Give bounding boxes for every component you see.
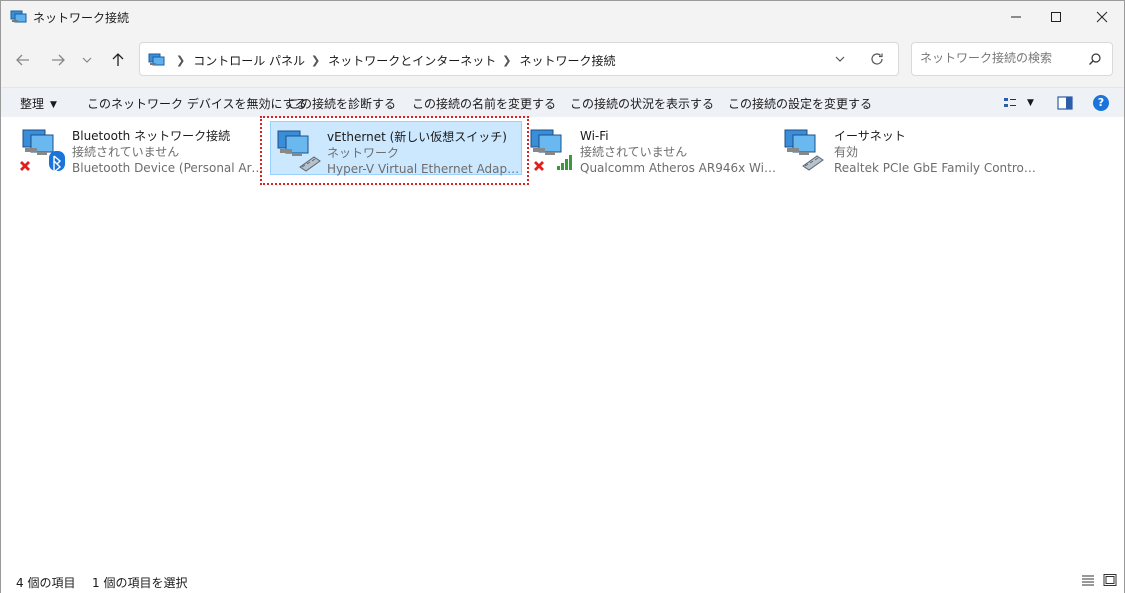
- connection-item-vethernet[interactable]: vEthernet (新しい仮想スイッチ) ネットワーク Hyper-V Vir…: [270, 121, 523, 176]
- maximize-icon: [1051, 12, 1061, 22]
- chevron-down-icon: [82, 57, 92, 63]
- up-button[interactable]: [106, 48, 130, 72]
- disable-device-button[interactable]: このネットワーク デバイスを無効にする: [87, 95, 307, 112]
- connection-name: vEthernet (新しい仮想スイッチ): [327, 130, 507, 144]
- connection-status: 接続されていません: [580, 145, 688, 159]
- network-connections-location-icon: [148, 53, 165, 66]
- connection-device: Qualcomm Atheros AR946x Wirel...: [580, 161, 776, 175]
- breadcrumb-separator-icon[interactable]: ❯: [502, 54, 511, 67]
- title-bar: ネットワーク接続: [1, 1, 1124, 33]
- address-history-chevron-icon[interactable]: [834, 53, 846, 65]
- arrow-right-icon: [52, 54, 65, 66]
- connection-device: Bluetooth Device (Personal Area ...: [72, 161, 268, 175]
- help-icon[interactable]: ?: [1093, 95, 1109, 111]
- change-view-icon[interactable]: [1003, 96, 1017, 110]
- connection-name: イーサネット: [834, 129, 906, 143]
- breadcrumb-separator-icon[interactable]: ❯: [176, 54, 185, 67]
- forward-button[interactable]: [46, 48, 70, 72]
- organize-label: 整理: [20, 97, 45, 111]
- breadcrumb: ❯ コントロール パネル ❯ ネットワークとインターネット ❯ ネットワーク接続: [170, 52, 616, 69]
- wifi-network-icon: [530, 129, 572, 171]
- refresh-icon[interactable]: [870, 52, 884, 66]
- connection-device: Realtek PCIe GbE Family Controller: [834, 161, 1038, 175]
- view-status-button[interactable]: この接続の状況を表示する: [570, 95, 714, 112]
- connection-item-bluetooth[interactable]: Bluetooth ネットワーク接続 接続されていません Bluetooth D…: [16, 121, 268, 175]
- item-count: 4 個の項目: [16, 576, 76, 590]
- breadcrumb-network-connections[interactable]: ネットワーク接続: [520, 52, 616, 69]
- minimize-icon: [1011, 16, 1021, 18]
- view-options-chevron-icon[interactable]: ▼: [1027, 98, 1034, 108]
- search-input[interactable]: [920, 51, 1080, 65]
- connection-device: Hyper-V Virtual Ethernet Adapter ...: [327, 162, 523, 176]
- search-icon[interactable]: [1088, 52, 1102, 66]
- details-view-icon[interactable]: [1081, 574, 1095, 586]
- ethernet-network-icon: [277, 130, 321, 172]
- explorer-window: ネットワーク接続 ❯ コントロール パネル ❯ ネットワークとインターネット ❯…: [0, 0, 1125, 593]
- connection-item-wifi[interactable]: Wi-Fi 接続されていません Qualcomm Atheros AR946x …: [524, 121, 776, 175]
- connection-item-ethernet[interactable]: イーサネット 有効 Realtek PCIe GbE Family Contro…: [778, 121, 1038, 175]
- diagnose-connection-button[interactable]: この接続を診断する: [288, 95, 396, 112]
- change-settings-button[interactable]: この接続の設定を変更する: [728, 95, 872, 112]
- maximize-button[interactable]: [1033, 1, 1079, 33]
- recent-locations-button[interactable]: [78, 48, 96, 72]
- preview-pane-icon[interactable]: [1057, 96, 1073, 110]
- selected-count: 1 個の項目を選択: [92, 576, 188, 590]
- search-box[interactable]: [911, 42, 1113, 76]
- breadcrumb-separator-icon[interactable]: ❯: [311, 54, 320, 67]
- organize-menu-button[interactable]: 整理 ▼: [20, 95, 57, 112]
- large-icons-view-icon[interactable]: [1103, 574, 1117, 586]
- connection-status: ネットワーク: [327, 146, 400, 160]
- close-button[interactable]: [1079, 1, 1125, 33]
- command-bar: 整理 ▼ このネットワーク デバイスを無効にする この接続を診断する この接続の名…: [1, 87, 1124, 117]
- connections-list: Bluetooth ネットワーク接続 接続されていません Bluetooth D…: [1, 118, 1124, 566]
- back-button[interactable]: [11, 48, 35, 72]
- window-title: ネットワーク接続: [33, 11, 130, 25]
- ethernet-network-icon: [784, 129, 824, 171]
- address-bar[interactable]: ❯ コントロール パネル ❯ ネットワークとインターネット ❯ ネットワーク接続: [139, 42, 899, 76]
- connection-status: 有効: [834, 145, 859, 159]
- connection-name: Bluetooth ネットワーク接続: [72, 129, 231, 143]
- connection-name: Wi-Fi: [580, 129, 609, 143]
- breadcrumb-network-internet[interactable]: ネットワークとインターネット: [328, 52, 496, 69]
- close-icon: [1096, 11, 1108, 23]
- breadcrumb-control-panel[interactable]: コントロール パネル: [193, 52, 305, 69]
- rename-connection-button[interactable]: この接続の名前を変更する: [412, 95, 556, 112]
- bluetooth-network-icon: [20, 129, 65, 172]
- status-bar: 4 個の項目 1 個の項目を選択: [1, 566, 1124, 593]
- connection-status: 接続されていません: [72, 145, 180, 159]
- arrow-left-icon: [16, 54, 29, 66]
- chevron-down-icon: ▼: [50, 100, 57, 110]
- address-row: ❯ コントロール パネル ❯ ネットワークとインターネット ❯ ネットワーク接続: [1, 33, 1124, 87]
- network-connections-app-icon: [10, 10, 27, 23]
- arrow-up-icon: [112, 53, 124, 66]
